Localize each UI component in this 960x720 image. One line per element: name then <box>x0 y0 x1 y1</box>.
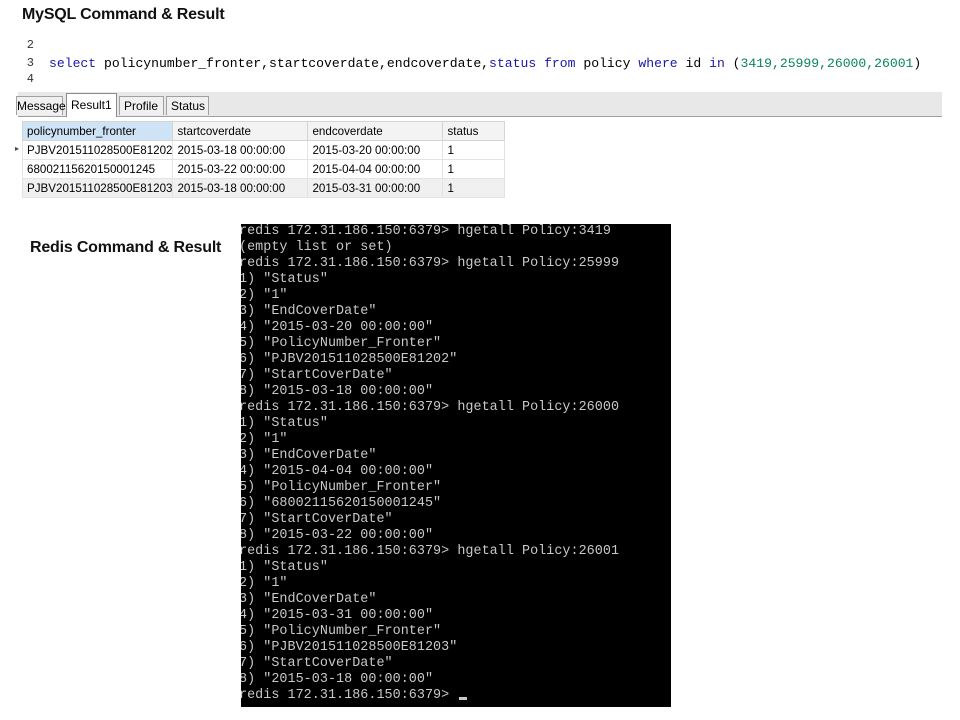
terminal-line: 3) "EndCoverDate" <box>241 304 377 319</box>
tab-message[interactable]: Message <box>16 96 66 115</box>
current-row-marker-icon: ▸ <box>15 144 20 153</box>
terminal-line: 5) "PolicyNumber_Fronter" <box>241 624 442 639</box>
line-number: 4 <box>26 72 34 86</box>
terminal-line: 6) "PJBV201511028500E81203" <box>241 640 458 655</box>
grid-cell[interactable]: 2015-03-20 00:00:00 <box>307 140 444 160</box>
grid-cell[interactable]: 2015-03-22 00:00:00 <box>172 159 309 179</box>
terminal-line: 7) "StartCoverDate" <box>241 512 393 527</box>
terminal-line: 4) "2015-03-20 00:00:00" <box>241 320 434 335</box>
terminal-line: 1) "Status" <box>241 416 328 431</box>
line-number: 3 <box>26 56 34 70</box>
result-tab-bar: Message Result1 Profile Status <box>16 92 942 117</box>
sql-id-column: id <box>677 56 710 71</box>
terminal-prompt-line[interactable]: redis 172.31.186.150:6379> <box>241 688 619 704</box>
sql-keyword-from: from <box>544 56 576 71</box>
sql-keyword-status: status <box>489 56 537 71</box>
grid-header-row: policynumber_fronter startcoverdate endc… <box>21 121 506 141</box>
terminal-line: 5) "PolicyNumber_Fronter" <box>241 336 442 351</box>
terminal-line: 1) "Status" <box>241 560 328 575</box>
editor-line-4: 4 <box>18 72 942 88</box>
result-grid-area: ▸ policynumber_fronter startcoverdate en… <box>15 117 942 199</box>
editor-line-3[interactable]: 3 select policynumber_fronter,startcover… <box>18 56 942 72</box>
grid-cell[interactable]: 2015-03-18 00:00:00 <box>172 140 309 160</box>
sql-editor[interactable]: 2 3 select policynumber_fronter,startcov… <box>18 38 942 92</box>
grid-cell[interactable]: 2015-03-18 00:00:00 <box>172 178 309 198</box>
result-grid[interactable]: policynumber_fronter startcoverdate endc… <box>21 121 506 198</box>
tab-result1[interactable]: Result1 <box>66 93 117 117</box>
sql-id-list: 3419,25999,26000,26001 <box>740 56 914 71</box>
terminal-line: 8) "2015-03-18 00:00:00" <box>241 384 434 399</box>
terminal-line: redis 172.31.186.150:6379> hgetall Polic… <box>241 256 620 271</box>
tab-status[interactable]: Status <box>166 96 209 115</box>
column-header-startcoverdate[interactable]: startcoverdate <box>172 121 309 141</box>
sql-query-text[interactable]: select policynumber_fronter,startcoverda… <box>49 56 921 71</box>
terminal-cursor <box>459 697 468 700</box>
terminal-line: 2) "1" <box>241 576 288 591</box>
terminal-line: redis 172.31.186.150:6379> hgetall Polic… <box>241 544 620 559</box>
table-row[interactable]: PJBV201511028500E81202 2015-03-18 00:00:… <box>21 140 506 160</box>
terminal-line: 3) "EndCoverDate" <box>241 592 377 607</box>
grid-cell[interactable]: 2015-03-31 00:00:00 <box>307 178 444 198</box>
terminal-line: 4) "2015-03-31 00:00:00" <box>241 608 434 623</box>
terminal-output: redis 172.31.186.150:6379> hgetall Polic… <box>241 224 619 704</box>
terminal-line: 7) "StartCoverDate" <box>241 656 393 671</box>
grid-cell[interactable]: 1 <box>442 140 506 160</box>
terminal-line: redis 172.31.186.150:6379> hgetall Polic… <box>241 400 620 415</box>
table-row[interactable]: PJBV201511028500E81203 2015-03-18 00:00:… <box>21 178 506 198</box>
redis-terminal[interactable]: redis 172.31.186.150:6379> hgetall Polic… <box>241 224 671 707</box>
sql-keyword-in: in <box>709 56 725 71</box>
line-number: 2 <box>26 38 34 52</box>
editor-line-2: 2 <box>18 38 942 54</box>
terminal-line: 7) "StartCoverDate" <box>241 368 393 383</box>
terminal-line: 6) "PJBV201511028500E81202" <box>241 352 458 367</box>
grid-cell[interactable]: 1 <box>442 159 506 179</box>
sql-open-paren: ( <box>724 56 741 71</box>
table-row[interactable]: 68002115620150001245 2015-03-22 00:00:00… <box>21 159 506 179</box>
column-header-policynumber-fronter[interactable]: policynumber_fronter <box>21 121 174 141</box>
terminal-line: 5) "PolicyNumber_Fronter" <box>241 480 442 495</box>
mysql-section-heading: MySQL Command & Result <box>22 6 225 23</box>
sql-close-paren: ) <box>913 56 922 71</box>
terminal-line: 2) "1" <box>241 288 288 303</box>
terminal-line: 4) "2015-04-04 00:00:00" <box>241 464 434 479</box>
tab-profile[interactable]: Profile <box>119 96 164 115</box>
terminal-line: 8) "2015-03-22 00:00:00" <box>241 528 434 543</box>
terminal-line: 1) "Status" <box>241 272 328 287</box>
grid-cell[interactable]: 2015-04-04 00:00:00 <box>307 159 444 179</box>
grid-cell[interactable]: 68002115620150001245 <box>21 159 174 179</box>
column-header-status[interactable]: status <box>442 121 506 141</box>
grid-cell[interactable]: PJBV201511028500E81203 <box>21 178 174 198</box>
sql-space <box>536 56 544 71</box>
terminal-line: redis 172.31.186.150:6379> hgetall Polic… <box>241 224 611 239</box>
column-header-endcoverdate[interactable]: endcoverdate <box>307 121 444 141</box>
sql-columns: policynumber_fronter,startcoverdate,endc… <box>96 56 490 71</box>
redis-section-heading: Redis Command & Result <box>30 239 222 256</box>
terminal-line: 8) "2015-03-18 00:00:00" <box>241 672 434 687</box>
terminal-line: 3) "EndCoverDate" <box>241 448 377 463</box>
terminal-prompt: redis 172.31.186.150:6379> <box>241 688 458 703</box>
sql-keyword-where: where <box>638 56 678 71</box>
sql-keyword-select: select <box>49 56 97 71</box>
grid-cell[interactable]: 1 <box>442 178 506 198</box>
terminal-line: 2) "1" <box>241 432 288 447</box>
terminal-line: (empty list or set) <box>241 240 393 255</box>
sql-table: policy <box>575 56 639 71</box>
grid-cell[interactable]: PJBV201511028500E81202 <box>21 140 174 160</box>
terminal-line: 6) "68002115620150001245" <box>241 496 442 511</box>
